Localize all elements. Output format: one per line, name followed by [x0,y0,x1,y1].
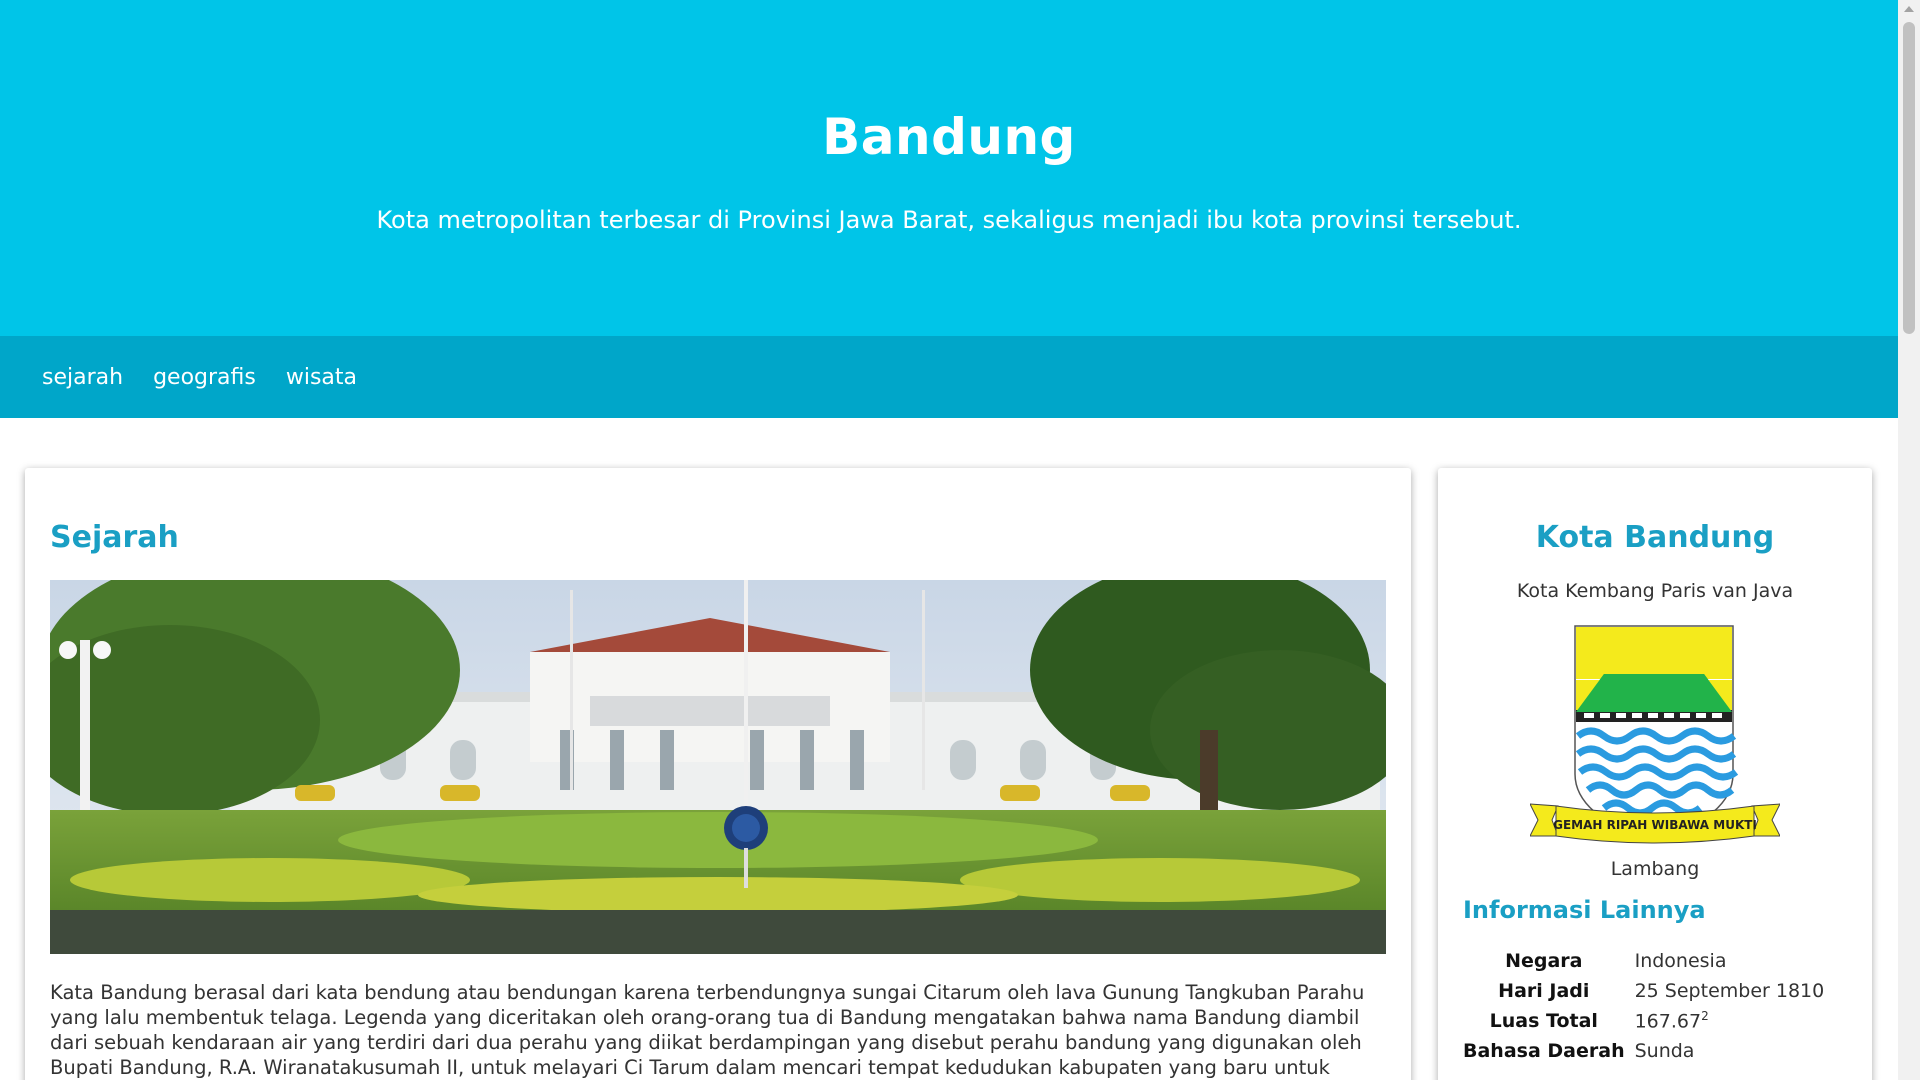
info-superscript: 2 [1701,1009,1709,1024]
city-info-card: Kota Bandung Kota Kembang Paris van Java [1438,468,1872,1080]
scrollbar-thumb[interactable] [1903,22,1915,334]
main-article-card: Sejarah Kata Bandung berasal dari kata b… [25,468,1411,1080]
gedung-sate-photo [50,580,1386,954]
main-nav: sejarah geografis wisata [0,336,1898,418]
info-table: Negara Indonesia Hari Jadi 25 September … [1463,946,1824,1066]
info-row: Bahasa Daerah Sunda [1463,1036,1824,1066]
city-emblem-logo: GEMAH RIPAH WIBAWA MUKTI [1529,624,1781,854]
site-header: Bandung Kota metropolitan terbesar di Pr… [0,0,1898,336]
info-key: Luas Total [1489,1010,1598,1032]
history-paragraph: Kata Bandung berasal dari kata bendung a… [50,981,1365,1079]
emblem-caption: Lambang [1610,858,1700,880]
nav-link-sejarah[interactable]: sejarah [42,365,123,390]
scroll-up-arrow-icon[interactable] [1904,6,1914,12]
section-title: Sejarah [50,520,179,555]
emblem-motto: GEMAH RIPAH WIBAWA MUKTI [1553,818,1757,832]
vertical-scrollbar[interactable] [1898,0,1920,1080]
info-value: 25 September 1810 [1634,980,1825,1002]
info-value: Indonesia [1634,950,1727,972]
info-key: Negara [1505,950,1583,972]
nav-link-geografis[interactable]: geografis [153,365,256,390]
info-value: 167.67 [1634,1010,1702,1033]
info-key: Bahasa Daerah [1463,1040,1625,1062]
info-key: Hari Jadi [1498,980,1590,1002]
sidebar-subtitle: Kota Kembang Paris van Java [1516,580,1794,602]
site-title: Bandung [822,108,1076,166]
sidebar-title: Kota Bandung [1535,520,1775,555]
info-value: Sunda [1634,1040,1695,1062]
info-row: Luas Total 167.672 [1463,1006,1824,1036]
nav-link-wisata[interactable]: wisata [286,365,357,390]
info-row: Negara Indonesia [1463,946,1824,976]
info-value-cell: 167.672 [1631,1006,1825,1036]
info-row: Hari Jadi 25 September 1810 [1463,976,1824,1006]
site-tagline: Kota metropolitan terbesar di Provinsi J… [376,206,1522,234]
page: Bandung Kota metropolitan terbesar di Pr… [0,0,1898,1080]
info-title: Informasi Lainnya [1463,896,1706,924]
